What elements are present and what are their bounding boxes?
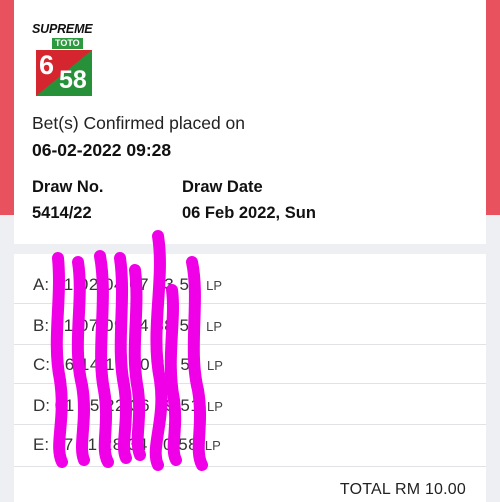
logo-six: 6: [39, 50, 55, 80]
bet-type: LP: [207, 399, 223, 414]
bet-type: LP: [204, 438, 221, 453]
draw-no-label: Draw No.: [32, 178, 104, 196]
row-divider: [14, 383, 486, 384]
logo-tile: 6 58: [36, 50, 92, 96]
bet-numbers: 07 11 28 34 40 58: [53, 435, 199, 454]
draw-no: 5414/22: [32, 204, 92, 222]
logo-fifty-eight: 58: [59, 66, 87, 94]
bet-label: A:: [33, 275, 50, 294]
bet-label: C:: [33, 355, 50, 374]
draw-date-label: Draw Date: [182, 178, 263, 196]
bet-row-e: E: 07 11 28 34 40 58 LP: [33, 435, 221, 455]
bet-type: LP: [206, 278, 223, 293]
section-separator: [14, 244, 486, 254]
confirm-text: Bet(s) Confirmed placed on: [32, 113, 246, 133]
bet-numbers: 01 15 22 36 39 51: [54, 396, 201, 415]
row-divider: [14, 344, 486, 345]
bet-label: D:: [33, 396, 50, 415]
placed-datetime: 06-02-2022 09:28: [32, 140, 172, 160]
bet-row-b: B: 01 07 09 14 38 51 LP: [33, 316, 222, 336]
bet-type: LP: [206, 319, 223, 334]
bet-numbers: 01 02 04 07 13 58: [53, 275, 200, 294]
bet-numbers: 06 14 16 20 39 58: [54, 355, 201, 374]
bet-row-a: A: 01 02 04 07 13 58 LP: [33, 275, 222, 295]
row-divider: [14, 303, 486, 304]
bet-label: E:: [33, 435, 50, 454]
bet-numbers: 01 07 09 14 38 51: [53, 316, 200, 335]
bet-type: LP: [207, 358, 223, 373]
draw-date: 06 Feb 2022, Sun: [182, 204, 316, 222]
logo-brand: SUPREME: [32, 22, 93, 36]
bet-row-c: C: 06 14 16 20 39 58 LP: [33, 355, 223, 375]
bet-row-d: D: 01 15 22 36 39 51 LP: [33, 396, 223, 416]
total-amount: TOTAL RM 10.00: [339, 481, 466, 498]
bet-label: B:: [33, 316, 50, 335]
supreme-toto-logo: SUPREME TOTO 6 58: [32, 22, 94, 98]
logo-sub: TOTO: [52, 38, 83, 49]
row-divider: [14, 466, 486, 467]
row-divider: [14, 424, 486, 425]
